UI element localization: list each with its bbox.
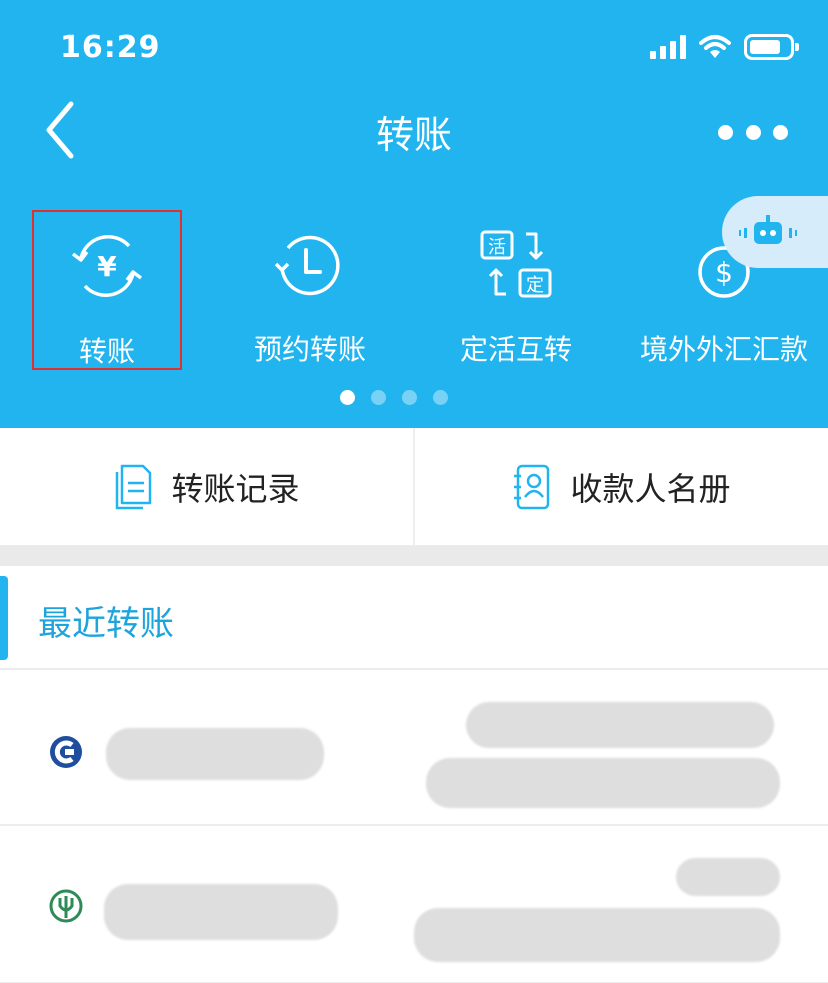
transfer-records-button[interactable]: 转账记录 — [0, 428, 413, 545]
abc-bank-logo-icon — [49, 889, 83, 923]
status-time: 16:29 — [60, 30, 161, 65]
swap-deposit-icon: 活 定 — [480, 230, 552, 298]
function-label: 预约转账 — [253, 333, 366, 366]
payee-name-redacted — [106, 728, 324, 780]
function-label: 转账 — [78, 335, 135, 368]
robot-icon — [739, 215, 797, 244]
payee-list-label: 收款人名册 — [570, 469, 731, 508]
function-scheduled-transfer[interactable]: 预约转账 — [222, 210, 398, 370]
more-options-button[interactable] — [718, 110, 788, 154]
svg-text:¥: ¥ — [97, 250, 117, 283]
page-title: 转账 — [375, 113, 452, 157]
payee-list-button[interactable]: 收款人名册 — [413, 428, 828, 545]
assistant-robot-button[interactable] — [722, 196, 828, 268]
bank-info-redacted — [414, 908, 780, 962]
page-dot — [371, 390, 386, 405]
swap-label-huo: 活 — [488, 237, 506, 258]
scheduled-clock-icon — [274, 235, 340, 296]
bank-info-redacted — [426, 758, 780, 808]
contacts-book-icon — [514, 464, 550, 509]
account-number-redacted — [676, 858, 780, 896]
page-dot — [433, 390, 448, 405]
transfer-records-label: 转账记录 — [171, 469, 300, 508]
more-dot — [773, 124, 788, 140]
status-icons — [650, 34, 799, 60]
recent-transfer-item[interactable] — [0, 828, 828, 983]
function-transfer[interactable]: ¥ 转账 — [32, 210, 182, 370]
svg-text:$: $ — [715, 256, 733, 289]
function-label: 境外外汇汇款 — [639, 333, 808, 366]
quick-actions: 转账记录 收款人名册 — [0, 428, 828, 546]
page-dot — [402, 390, 417, 405]
page-indicator — [0, 390, 808, 405]
cellular-signal-icon — [650, 35, 686, 59]
payee-name-redacted — [104, 884, 338, 940]
recent-transfers-title: 最近转账 — [38, 604, 174, 644]
document-icon — [116, 464, 152, 509]
more-dot — [718, 124, 733, 140]
account-number-redacted — [466, 702, 774, 748]
function-deposit-swap[interactable]: 活 定 定活互转 — [428, 210, 604, 370]
wifi-icon — [699, 35, 731, 58]
section-divider — [0, 546, 828, 566]
swap-label-ding: 定 — [526, 275, 544, 296]
more-dot — [745, 124, 761, 140]
recent-transfers-header: 最近转账 — [0, 566, 828, 670]
yen-transfer-icon: ¥ — [71, 235, 143, 297]
function-label: 定活互转 — [459, 333, 572, 366]
battery-icon — [744, 34, 799, 60]
section-accent-bar — [0, 576, 8, 660]
recent-transfer-item[interactable] — [0, 670, 828, 826]
ccb-bank-logo-icon — [50, 736, 82, 768]
page-dot-active — [340, 390, 355, 405]
header: 16:29 转账 ¥ 转账 预约转账 活 定 定活互转 $ 境外外汇汇款 — [0, 0, 828, 428]
